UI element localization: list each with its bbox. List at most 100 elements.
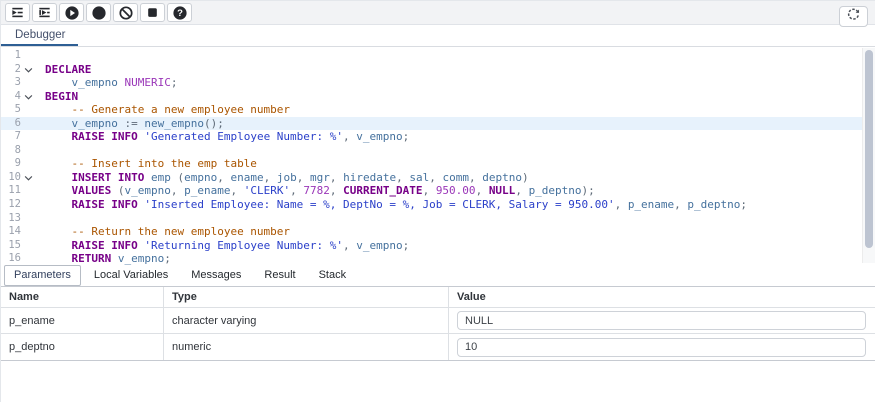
fold-gutter-empty bbox=[21, 49, 36, 63]
panel-tab-messages[interactable]: Messages bbox=[181, 265, 251, 286]
column-header-type: Type bbox=[164, 287, 449, 307]
line-number[interactable]: 10 bbox=[1, 171, 21, 185]
fold-gutter-empty bbox=[21, 239, 36, 253]
code-line-10[interactable]: 10 INSERT INTO emp (empno, ename, job, m… bbox=[1, 171, 875, 185]
code-text bbox=[36, 212, 45, 226]
continue-button[interactable] bbox=[59, 3, 84, 22]
step-over-icon bbox=[37, 5, 52, 20]
param-value-cell bbox=[449, 334, 875, 360]
code-text: -- Generate a new employee number bbox=[36, 103, 290, 117]
line-number[interactable]: 1 bbox=[1, 49, 21, 63]
code-line-15[interactable]: 15 RAISE INFO 'Returning Employee Number… bbox=[1, 239, 875, 253]
line-number[interactable]: 8 bbox=[1, 144, 21, 158]
param-type-cell: numeric bbox=[164, 334, 449, 360]
debugger-panel-tabs: ParametersLocal VariablesMessagesResultS… bbox=[1, 265, 875, 286]
parameters-table-header: NameTypeValue bbox=[1, 287, 875, 308]
code-text: VALUES (v_empno, p_ename, 'CLERK', 7782,… bbox=[36, 184, 595, 198]
param-value-cell bbox=[449, 308, 875, 333]
stop-button[interactable] bbox=[140, 3, 165, 22]
code-text: v_empno := new_empno(); bbox=[36, 117, 224, 131]
clear-breakpoints-icon bbox=[118, 5, 134, 21]
step-into-button[interactable] bbox=[5, 3, 30, 22]
code-text: RAISE INFO 'Inserted Employee: Name = %,… bbox=[36, 198, 747, 212]
code-line-14[interactable]: 14 -- Return the new employee number bbox=[1, 225, 875, 239]
panel-tab-parameters[interactable]: Parameters bbox=[4, 265, 81, 286]
fold-gutter-empty bbox=[21, 225, 36, 239]
code-line-13[interactable]: 13 bbox=[1, 212, 875, 226]
bottom-empty-area bbox=[1, 361, 875, 402]
fold-gutter-empty bbox=[21, 144, 36, 158]
code-line-6[interactable]: 6 v_empno := new_empno(); bbox=[1, 117, 875, 131]
column-header-name: Name bbox=[1, 287, 164, 307]
document-tab-bar: Debugger bbox=[1, 25, 875, 47]
param-name-cell: p_deptno bbox=[1, 334, 164, 360]
line-number[interactable]: 12 bbox=[1, 198, 21, 212]
clear-breakpoints-button[interactable] bbox=[113, 3, 138, 22]
line-number[interactable]: 11 bbox=[1, 184, 21, 198]
code-line-11[interactable]: 11 VALUES (v_empno, p_ename, 'CLERK', 77… bbox=[1, 184, 875, 198]
parameters-table: NameTypeValue p_enamecharacter varyingp_… bbox=[1, 286, 875, 361]
chevron-down-icon[interactable] bbox=[21, 63, 36, 77]
code-line-2[interactable]: 2 DECLARE bbox=[1, 63, 875, 77]
line-number[interactable]: 7 bbox=[1, 130, 21, 144]
fold-gutter-empty bbox=[21, 184, 36, 198]
table-row: p_deptnonumeric bbox=[1, 334, 875, 360]
panel-tab-local-variables[interactable]: Local Variables bbox=[84, 265, 178, 286]
svg-text:?: ? bbox=[177, 8, 183, 19]
code-line-12[interactable]: 12 RAISE INFO 'Inserted Employee: Name =… bbox=[1, 198, 875, 212]
param-type-cell: character varying bbox=[164, 308, 449, 333]
panel-tab-stack[interactable]: Stack bbox=[309, 265, 357, 286]
code-line-1[interactable]: 1 bbox=[1, 49, 875, 63]
editor-scrollbar-thumb[interactable] bbox=[865, 50, 873, 248]
code-line-3[interactable]: 3 v_empno NUMERIC; bbox=[1, 76, 875, 90]
param-value-input[interactable] bbox=[457, 311, 866, 330]
line-number[interactable]: 13 bbox=[1, 212, 21, 226]
line-number[interactable]: 16 bbox=[1, 252, 21, 265]
panel-tab-result[interactable]: Result bbox=[254, 265, 305, 286]
code-line-16[interactable]: 16 RETURN v_empno; bbox=[1, 252, 875, 265]
fold-gutter-empty bbox=[21, 157, 36, 171]
code-text: v_empno NUMERIC; bbox=[36, 76, 177, 90]
editor-scrollbar[interactable] bbox=[862, 48, 875, 263]
chevron-down-icon[interactable] bbox=[21, 171, 36, 185]
line-number[interactable]: 9 bbox=[1, 157, 21, 171]
step-over-button[interactable] bbox=[32, 3, 57, 22]
code-line-5[interactable]: 5 -- Generate a new employee number bbox=[1, 103, 875, 117]
line-number[interactable]: 4 bbox=[1, 90, 21, 104]
code-text: RAISE INFO 'Returning Employee Number: %… bbox=[36, 239, 409, 253]
code-line-9[interactable]: 9 -- Insert into the emp table bbox=[1, 157, 875, 171]
help-circle-icon: ? bbox=[172, 5, 188, 21]
fold-gutter-empty bbox=[21, 76, 36, 90]
step-into-icon bbox=[10, 5, 25, 20]
fold-gutter-empty bbox=[21, 103, 36, 117]
breakpoint-circle-icon bbox=[91, 5, 107, 21]
code-text bbox=[36, 144, 45, 158]
refresh-button[interactable] bbox=[839, 6, 868, 27]
code-text bbox=[36, 49, 45, 63]
fold-gutter-empty bbox=[21, 198, 36, 212]
play-circle-icon bbox=[64, 5, 80, 21]
code-line-4[interactable]: 4 BEGIN bbox=[1, 90, 875, 104]
code-text: RAISE INFO 'Generated Employee Number: %… bbox=[36, 130, 409, 144]
code-text: BEGIN bbox=[36, 90, 78, 104]
debugger-window: ? Debugger 12DECLARE3 v_empno NUMERIC;4B… bbox=[0, 0, 875, 402]
line-number[interactable]: 2 bbox=[1, 63, 21, 77]
code-editor[interactable]: 12DECLARE3 v_empno NUMERIC;4BEGIN5 -- Ge… bbox=[1, 47, 875, 265]
line-number[interactable]: 15 bbox=[1, 239, 21, 253]
column-header-value: Value bbox=[449, 287, 875, 307]
line-number[interactable]: 14 bbox=[1, 225, 21, 239]
help-button[interactable]: ? bbox=[167, 3, 192, 22]
code-line-8[interactable]: 8 bbox=[1, 144, 875, 158]
param-value-input[interactable] bbox=[457, 338, 866, 357]
fold-gutter-empty bbox=[21, 252, 36, 265]
code-text: DECLARE bbox=[36, 63, 91, 77]
toggle-breakpoint-button[interactable] bbox=[86, 3, 111, 22]
fold-gutter-empty bbox=[21, 212, 36, 226]
param-name-cell: p_ename bbox=[1, 308, 164, 333]
code-line-7[interactable]: 7 RAISE INFO 'Generated Employee Number:… bbox=[1, 130, 875, 144]
line-number[interactable]: 3 bbox=[1, 76, 21, 90]
line-number[interactable]: 6 bbox=[1, 117, 21, 131]
chevron-down-icon[interactable] bbox=[21, 90, 36, 104]
line-number[interactable]: 5 bbox=[1, 103, 21, 117]
tab-debugger[interactable]: Debugger bbox=[1, 25, 78, 46]
